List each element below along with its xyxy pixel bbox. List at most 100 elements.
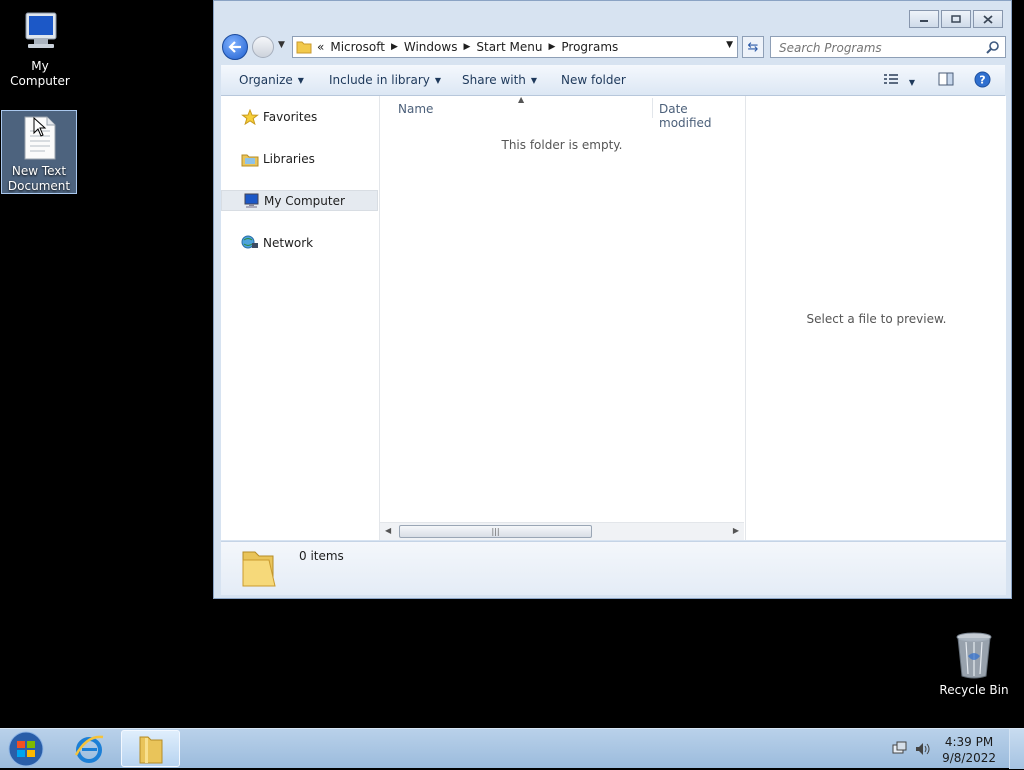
forward-button[interactable] [252, 36, 274, 58]
chevron-down-icon: ▼ [530, 76, 538, 85]
breadcrumb-separator-icon[interactable]: ▶ [548, 42, 555, 52]
close-button[interactable] [973, 10, 1003, 28]
nav-label: Favorites [263, 109, 318, 124]
desktop-icon-recycle-bin[interactable]: Recycle Bin [936, 630, 1012, 698]
chevron-down-icon: ▼ [434, 76, 442, 85]
back-button[interactable] [222, 34, 248, 60]
breadcrumb-microsoft[interactable]: Microsoft [330, 40, 385, 54]
windows-logo-icon [8, 731, 44, 767]
breadcrumb-start-menu[interactable]: Start Menu [476, 40, 542, 54]
desktop-icon-new-text-document[interactable]: New Text Document [1, 110, 77, 194]
column-header-date-modified[interactable]: Date modified [659, 102, 744, 130]
preview-pane: Select a file to preview. [745, 96, 1007, 540]
desktop-icon-label: New Text Document [7, 164, 71, 193]
clock-time: 4:39 PM [944, 735, 994, 749]
horizontal-scrollbar[interactable]: ◀ ||| ▶ [380, 522, 744, 540]
address-bar[interactable]: « Microsoft ▶ Windows ▶ Start Menu ▶ Pro… [292, 36, 738, 58]
breadcrumb-separator-icon[interactable]: ▶ [463, 42, 470, 52]
star-icon [241, 108, 259, 125]
column-header-name[interactable]: Name [398, 102, 433, 116]
nav-label: Network [263, 235, 314, 250]
minimize-icon [920, 20, 928, 22]
preview-pane-button[interactable] [938, 72, 954, 89]
include-in-library-label: Include in library [329, 73, 430, 87]
taskbar: 4:39 PM 9/8/2022 [0, 728, 1024, 769]
scroll-left-icon[interactable]: ◀ [385, 526, 391, 535]
folder-icon [296, 41, 312, 54]
new-folder-button[interactable]: New folder [561, 73, 626, 87]
back-arrow-icon [228, 41, 241, 53]
volume-icon[interactable] [914, 741, 930, 757]
navigation-bar: ▼ « Microsoft ▶ Windows ▶ Start Menu ▶ P… [222, 34, 1006, 60]
command-bar: Organize ▼ Include in library ▼ Share with… [221, 65, 1005, 96]
desktop-icon-my-computer[interactable]: My Computer [2, 8, 78, 89]
include-in-library-menu[interactable]: Include in library ▼ [329, 73, 441, 87]
scroll-right-icon[interactable]: ▶ [733, 526, 739, 535]
new-folder-label: New folder [561, 73, 626, 87]
nav-item-libraries[interactable]: Libraries [221, 148, 378, 169]
computer-icon [244, 193, 259, 208]
organize-label: Organize [239, 73, 293, 87]
help-button[interactable]: ? [974, 71, 991, 91]
chevron-down-icon: ▼ [908, 78, 915, 87]
refresh-icon: ⇆ [747, 39, 759, 55]
address-dropdown-icon[interactable]: ▼ [726, 40, 733, 50]
nav-item-favorites[interactable]: Favorites [221, 106, 378, 127]
file-list-pane: ▲ Name Date modified This folder is empt… [380, 95, 744, 540]
breadcrumb-programs[interactable]: Programs [561, 40, 618, 54]
sort-ascending-icon: ▲ [518, 95, 525, 104]
explorer-window: ▼ « Microsoft ▶ Windows ▶ Start Menu ▶ P… [213, 0, 1012, 599]
column-divider[interactable] [652, 98, 653, 118]
nav-label: My Computer [264, 193, 345, 208]
nav-label: Libraries [263, 151, 315, 166]
help-icon: ? [974, 71, 991, 88]
content-area: Favorites Libraries My Computer Network … [221, 95, 1007, 540]
close-icon [983, 14, 993, 24]
desktop-icon-label: Recycle Bin [939, 683, 1009, 697]
clock[interactable]: 4:39 PM 9/8/2022 [942, 734, 996, 766]
preview-pane-icon [938, 72, 954, 86]
preview-message: Select a file to preview. [806, 312, 947, 326]
share-with-label: Share with [462, 73, 526, 87]
refresh-button[interactable]: ⇆ [742, 36, 764, 58]
recent-pages-dropdown[interactable]: ▼ [278, 40, 285, 50]
maximize-button[interactable] [941, 10, 971, 28]
start-button[interactable] [6, 731, 46, 767]
window-controls [909, 10, 1003, 28]
internet-explorer-icon [74, 735, 104, 763]
computer-icon [25, 12, 57, 48]
maximize-icon [951, 15, 961, 23]
navigation-pane: Favorites Libraries My Computer Network [221, 96, 380, 540]
view-list-icon [884, 74, 898, 84]
network-tray-icon[interactable] [892, 741, 908, 757]
search-box[interactable] [770, 36, 1006, 58]
taskbar-windows-explorer[interactable] [121, 730, 180, 767]
taskbar-internet-explorer[interactable] [64, 731, 114, 767]
folder-icon [139, 736, 162, 763]
show-desktop-button[interactable] [1009, 729, 1024, 769]
scrollbar-thumb[interactable]: ||| [399, 525, 592, 538]
details-pane: 0 items [221, 541, 1006, 595]
address-overflow[interactable]: « [317, 40, 324, 54]
clock-date: 9/8/2022 [942, 751, 996, 765]
svg-text:?: ? [979, 74, 985, 87]
breadcrumb-windows[interactable]: Windows [404, 40, 458, 54]
nav-item-my-computer[interactable]: My Computer [221, 190, 378, 211]
breadcrumb-separator-icon[interactable]: ▶ [391, 42, 398, 52]
search-icon[interactable] [986, 40, 1000, 54]
empty-folder-message: This folder is empty. [501, 138, 623, 152]
change-view-button[interactable]: ▼ [883, 72, 915, 89]
mouse-cursor-icon [33, 117, 47, 137]
minimize-button[interactable] [909, 10, 939, 28]
system-tray: 4:39 PM 9/8/2022 [884, 729, 1024, 769]
recycle-bin-icon [956, 632, 992, 679]
item-count: 0 items [299, 549, 344, 563]
organize-menu[interactable]: Organize ▼ [239, 73, 304, 87]
search-input[interactable] [777, 38, 981, 58]
nav-item-network[interactable]: Network [221, 232, 378, 253]
desktop-icon-label: My Computer [10, 59, 70, 88]
libraries-icon [241, 154, 259, 166]
share-with-menu[interactable]: Share with ▼ [462, 73, 537, 87]
network-icon [241, 235, 258, 248]
folder-icon [242, 551, 276, 587]
